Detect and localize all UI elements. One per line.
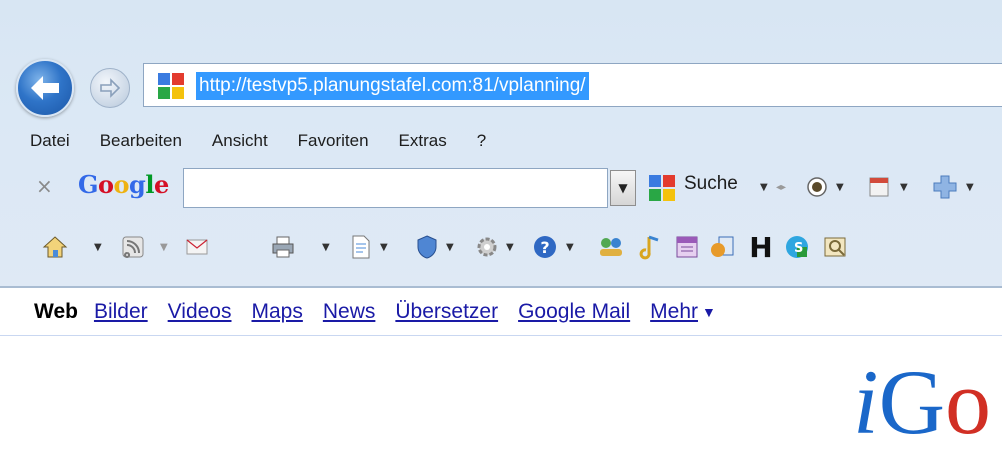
print-icon[interactable] — [268, 232, 298, 262]
google-nav-bar: Web Bilder Videos Maps News Übersetzer G… — [0, 288, 1002, 336]
google-logo[interactable]: Google — [78, 170, 169, 199]
menu-item-bearbeiten[interactable]: Bearbeiten — [100, 131, 182, 151]
calendar-page-icon — [869, 177, 889, 197]
menu-item-datei[interactable]: Datei — [30, 131, 70, 151]
target-icon — [807, 177, 827, 197]
messenger-icon[interactable] — [596, 232, 626, 262]
chevron-down-icon[interactable]: ▼ — [380, 242, 388, 253]
plus-icon — [933, 175, 957, 199]
tools-icon[interactable] — [472, 232, 502, 262]
search-history-dropdown[interactable]: ▼ — [610, 170, 636, 206]
mail-icon[interactable] — [182, 232, 212, 262]
logo-letter-o: o — [945, 351, 992, 452]
mehr-arrow-icon[interactable]: ▼ — [702, 304, 716, 320]
logo-letter: o — [113, 170, 130, 199]
chevron-down-icon: ▼ — [618, 181, 628, 195]
logo-letter: G — [78, 170, 99, 199]
google-search-icon[interactable] — [648, 174, 676, 202]
calendar-icon[interactable] — [672, 232, 702, 262]
addon-icon[interactable] — [708, 232, 738, 262]
divider-handle-icon[interactable]: ◂▸ — [776, 182, 786, 193]
feeds-icon[interactable] — [118, 232, 148, 262]
home-icon[interactable] — [40, 232, 70, 262]
menu-item-ansicht[interactable]: Ansicht — [212, 131, 268, 151]
chevron-down-icon[interactable]: ▼ — [566, 242, 574, 253]
navigation-bar: http://testvp5.planungstafel.com:81/vpla… — [0, 52, 1002, 118]
music-icon[interactable] — [636, 232, 666, 262]
svg-text:?: ? — [540, 238, 549, 257]
nav-link-videos[interactable]: Videos — [168, 300, 232, 324]
logo-letter: e — [153, 170, 169, 199]
chevron-down-icon[interactable]: ▼ — [900, 182, 908, 193]
page-icon[interactable] — [346, 232, 376, 262]
chevron-down-icon[interactable]: ▼ — [94, 242, 102, 253]
nav-link-google-mail[interactable]: Google Mail — [518, 300, 630, 324]
address-bar[interactable]: http://testvp5.planungstafel.com:81/vpla… — [143, 63, 1002, 107]
toolbar-close-icon[interactable]: × — [36, 174, 53, 198]
nav-link-mehr[interactable]: Mehr — [650, 300, 698, 324]
igoogle-logo: iGo — [853, 356, 991, 448]
chevron-down-icon[interactable]: ▼ — [322, 242, 330, 253]
logo-letter: g — [129, 170, 146, 199]
scan-icon[interactable] — [820, 232, 850, 262]
menu-item-extras[interactable]: Extras — [399, 131, 447, 151]
chevron-down-icon[interactable]: ▼ — [446, 242, 454, 253]
logo-letter: l — [145, 170, 154, 199]
google-toolbar: × Google ▼ Suche ▼ ◂▸ ▼ ▼ ▼ — [0, 162, 1002, 214]
chevron-down-icon[interactable]: ▼ — [966, 182, 974, 193]
safety-icon[interactable] — [412, 232, 442, 262]
h-icon[interactable]: H — [746, 231, 776, 264]
logo-letter-i: i — [853, 351, 879, 452]
back-arrow-icon — [31, 76, 59, 100]
logo-letter-g: G — [878, 351, 946, 452]
skype-icon[interactable]: S — [782, 232, 812, 262]
help-icon[interactable]: ? — [530, 232, 560, 262]
command-bar: ▼ ▼ ▼ ▼ ▼ ▼ ? ▼ H S — [0, 222, 1002, 274]
nav-link-maps[interactable]: Maps — [252, 300, 303, 324]
bookmarks-icon[interactable] — [866, 174, 892, 200]
nav-link-web: Web — [34, 299, 78, 323]
chevron-down-icon[interactable]: ▼ — [160, 242, 168, 253]
nav-link-news[interactable]: News — [323, 300, 376, 324]
menu-bar: Datei Bearbeiten Ansicht Favoriten Extra… — [30, 124, 516, 158]
forward-button[interactable] — [90, 68, 130, 108]
url-text[interactable]: http://testvp5.planungstafel.com:81/vpla… — [196, 72, 589, 100]
logo-letter: o — [98, 170, 114, 199]
add-button-icon[interactable] — [930, 172, 960, 202]
menu-item-favoriten[interactable]: Favoriten — [298, 131, 369, 151]
search-button[interactable]: Suche — [684, 173, 738, 195]
svg-text:S: S — [794, 241, 803, 256]
google-favicon-icon — [158, 73, 184, 99]
back-button[interactable] — [16, 59, 74, 117]
chevron-down-icon[interactable]: ▼ — [506, 242, 514, 253]
nav-link-bilder[interactable]: Bilder — [94, 300, 148, 324]
nav-link-uebersetzer[interactable]: Übersetzer — [395, 300, 498, 324]
google-search-input[interactable] — [183, 168, 608, 208]
popup-blocker-icon[interactable] — [804, 174, 830, 200]
menu-item-help[interactable]: ? — [477, 131, 486, 151]
search-dropdown-arrow-icon[interactable]: ▼ — [760, 182, 768, 193]
forward-arrow-icon — [100, 78, 121, 98]
chevron-down-icon[interactable]: ▼ — [836, 182, 844, 193]
